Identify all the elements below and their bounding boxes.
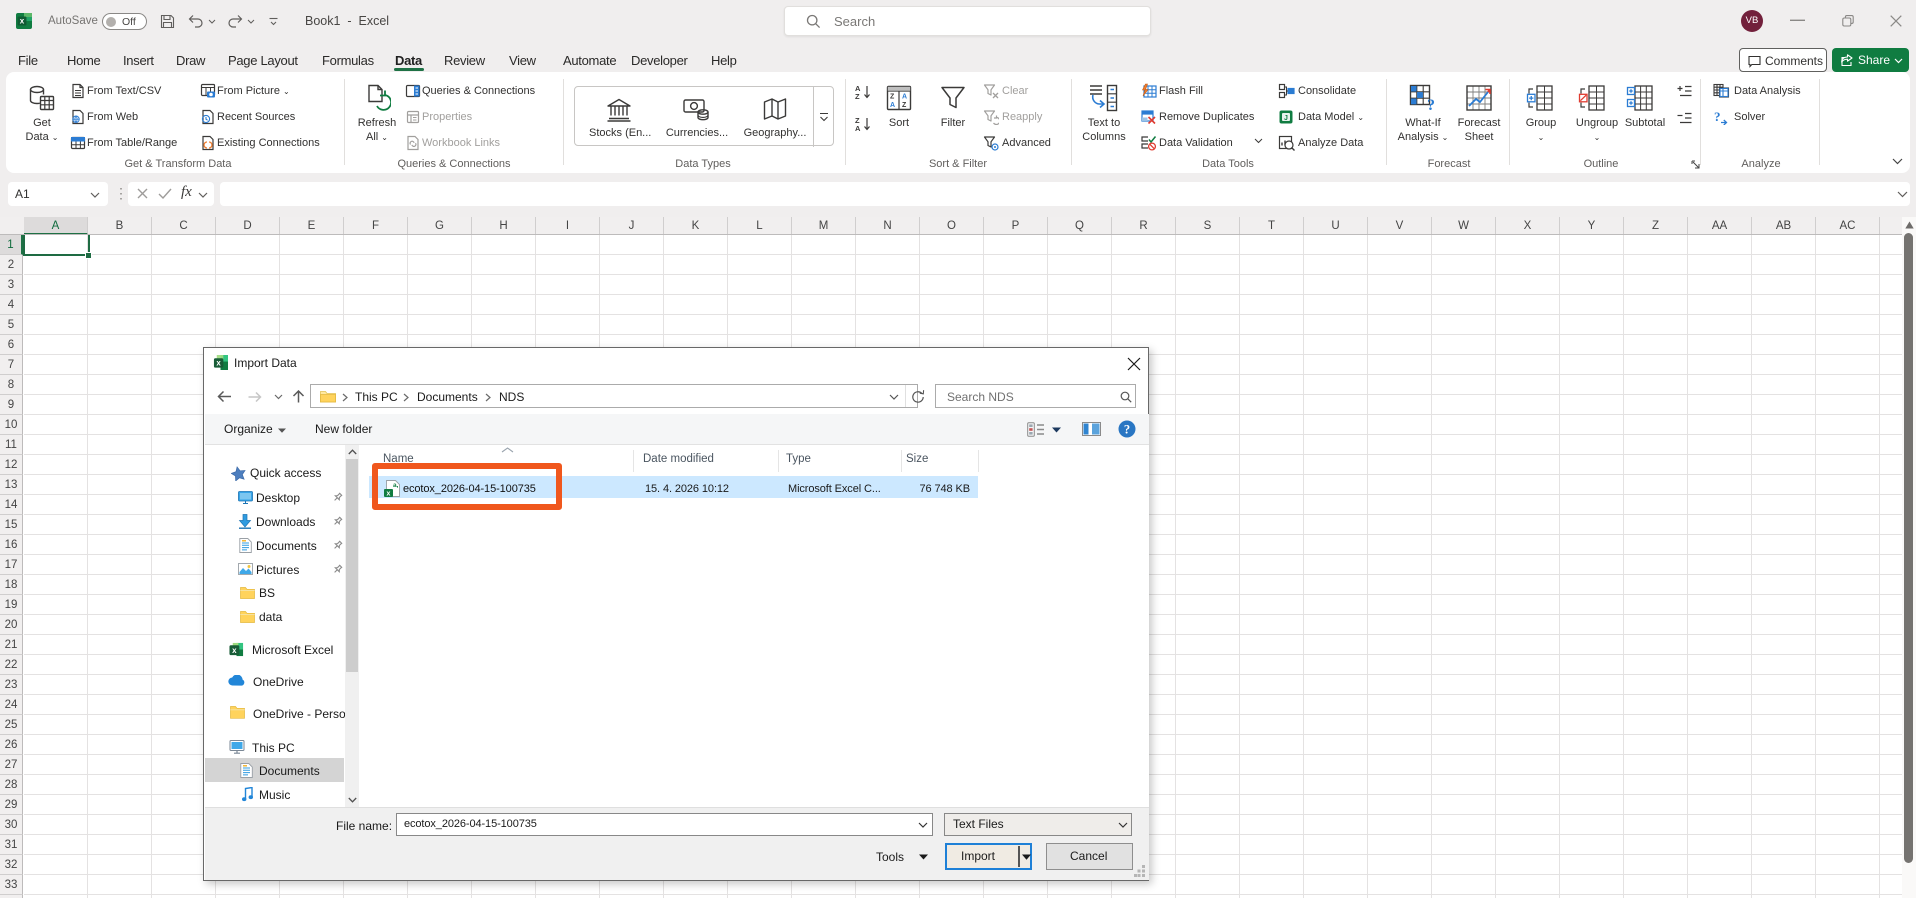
svg-text:Z: Z: [890, 94, 895, 101]
svg-text:?: ?: [1124, 423, 1130, 437]
svg-text:Z: Z: [855, 92, 860, 100]
svg-text:J: J: [1284, 115, 1288, 122]
svg-text:x: x: [20, 17, 25, 26]
svg-text:Z: Z: [902, 102, 907, 109]
svg-text:x: x: [216, 359, 221, 368]
svg-text:A: A: [902, 94, 907, 101]
svg-text:A: A: [890, 102, 895, 109]
svg-text:?: ?: [1427, 97, 1435, 112]
svg-text:A: A: [855, 124, 861, 132]
svg-text:x: x: [232, 646, 237, 655]
svg-text:?: ?: [1714, 109, 1721, 124]
